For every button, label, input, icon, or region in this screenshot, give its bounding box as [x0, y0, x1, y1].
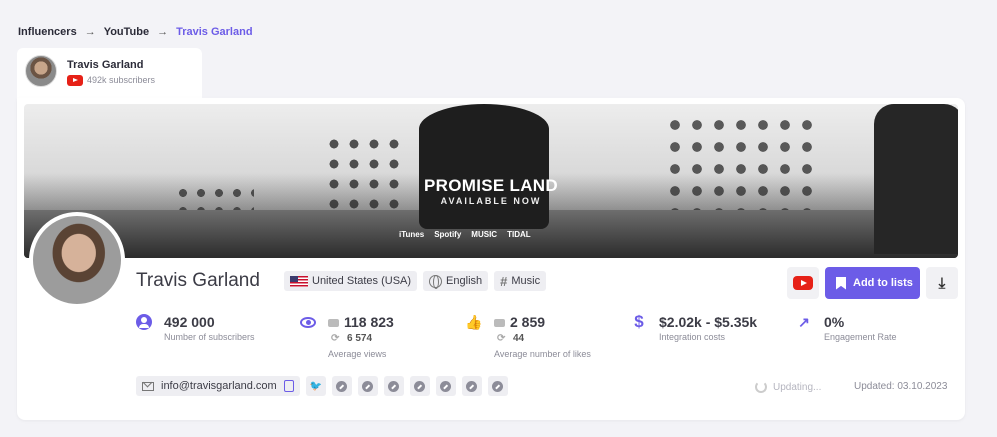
- link-icon: [388, 380, 400, 392]
- social-link[interactable]: [383, 376, 404, 396]
- person-icon: [136, 314, 152, 330]
- views-value: 118 823: [344, 314, 394, 330]
- language-label: English: [446, 275, 483, 287]
- social-link[interactable]: [331, 376, 352, 396]
- breadcrumb-separator: →: [84, 26, 96, 38]
- category-label: Music: [511, 275, 541, 287]
- dollar-icon: $: [634, 312, 644, 331]
- views-sub-row: ⟳ 6 574: [331, 333, 372, 344]
- download-icon: ⤓: [938, 274, 946, 292]
- youtube-icon: [494, 319, 505, 328]
- banner-figure: [419, 104, 549, 229]
- profile-card: PROMISE LAND AVAILABLE NOW iTunes Spotif…: [17, 98, 965, 420]
- language-tag: English: [423, 271, 489, 291]
- youtube-icon: [67, 75, 83, 86]
- breadcrumb-current: Travis Garland: [176, 26, 253, 38]
- views-value-row: 118 823: [328, 314, 394, 330]
- banner-title: PROMISE LAND: [424, 176, 558, 195]
- social-link[interactable]: [357, 376, 378, 396]
- social-link[interactable]: [487, 376, 508, 396]
- views-sub: 6 574: [347, 333, 373, 345]
- profile-name: Travis Garland: [136, 270, 260, 291]
- email-chip[interactable]: info@travisgarland.com: [136, 376, 300, 396]
- breadcrumb-separator: →: [157, 26, 169, 38]
- country-label: United States (USA): [312, 275, 412, 287]
- us-flag-icon: [290, 275, 308, 287]
- likes-label: Average number of likes: [494, 349, 591, 359]
- social-link[interactable]: [435, 376, 456, 396]
- cost-label: Integration costs: [659, 332, 726, 342]
- social-link[interactable]: [409, 376, 430, 396]
- thumbs-up-icon: 👍: [465, 313, 483, 330]
- channel-banner: PROMISE LAND AVAILABLE NOW iTunes Spotif…: [24, 104, 958, 258]
- subscribers-value: 492 000: [164, 314, 215, 330]
- breadcrumb-youtube[interactable]: YouTube: [104, 26, 149, 38]
- breadcrumb: Influencers → YouTube → Travis Garland: [18, 26, 253, 38]
- store-tidal: TIDAL: [507, 230, 531, 239]
- updated-date: Updated: 03.10.2023: [854, 381, 948, 392]
- add-to-lists-button[interactable]: Add to lists: [825, 267, 920, 299]
- hash-icon: #: [500, 273, 508, 289]
- likes-value: 2 859: [510, 314, 546, 330]
- likes-value-row: 2 859: [494, 314, 545, 330]
- link-icon: [466, 380, 478, 392]
- country-tag: United States (USA): [284, 271, 418, 291]
- social-link[interactable]: [461, 376, 482, 396]
- banner-subtitle: AVAILABLE NOW: [440, 196, 542, 206]
- contact-row: info@travisgarland.com 🐦: [136, 376, 508, 396]
- bookmark-icon: [836, 276, 846, 290]
- subscribers-label: Number of subscribers: [164, 332, 255, 342]
- link-icon: [362, 380, 374, 392]
- updating-label: Updating...: [773, 381, 822, 393]
- spinner-icon: [755, 381, 767, 393]
- tab-name: Travis Garland: [67, 59, 144, 71]
- youtube-icon: [793, 276, 813, 290]
- youtube-button[interactable]: [787, 267, 819, 299]
- tab-subscribers: 492k subscribers: [87, 75, 156, 85]
- link-icon: [492, 380, 504, 392]
- copy-icon[interactable]: [283, 380, 294, 392]
- category-tag: # Music: [494, 271, 547, 291]
- link-icon: [336, 380, 348, 392]
- add-to-lists-label: Add to lists: [853, 277, 913, 289]
- engagement-label: Engagement Rate: [824, 332, 897, 342]
- link-icon: ⟳: [331, 333, 340, 344]
- youtube-icon: [328, 319, 339, 328]
- link-icon: [414, 380, 426, 392]
- globe-icon: [429, 274, 443, 289]
- store-music: MUSIC: [471, 230, 498, 239]
- breadcrumb-influencers[interactable]: Influencers: [18, 26, 77, 38]
- store-itunes: iTunes: [399, 230, 425, 239]
- link-icon: ⟳: [497, 333, 506, 344]
- profile-tags: United States (USA) English # Music: [284, 271, 547, 291]
- updating-status: Updating...: [755, 381, 821, 393]
- download-button[interactable]: ⤓: [926, 267, 958, 299]
- views-label: Average views: [328, 349, 387, 359]
- link-icon: [440, 380, 452, 392]
- twitter-icon: 🐦: [309, 380, 322, 392]
- engagement-value: 0%: [824, 314, 845, 330]
- twitter-link[interactable]: 🐦: [305, 376, 326, 396]
- store-spotify: Spotify: [434, 230, 462, 239]
- profile-tab[interactable]: Travis Garland 492k subscribers: [17, 48, 202, 100]
- mail-icon: [142, 381, 154, 391]
- tab-avatar: [25, 55, 57, 87]
- likes-sub: 44: [513, 333, 525, 345]
- avatar: [29, 212, 125, 308]
- likes-sub-row: ⟳ 44: [497, 333, 524, 344]
- banner-stores: iTunes Spotify MUSIC TIDAL: [399, 230, 531, 239]
- email-value: info@travisgarland.com: [161, 380, 277, 392]
- cost-value: $2.02k - $5.35k: [659, 314, 758, 330]
- trend-up-icon: ↗: [798, 313, 810, 330]
- eye-icon: [300, 314, 316, 330]
